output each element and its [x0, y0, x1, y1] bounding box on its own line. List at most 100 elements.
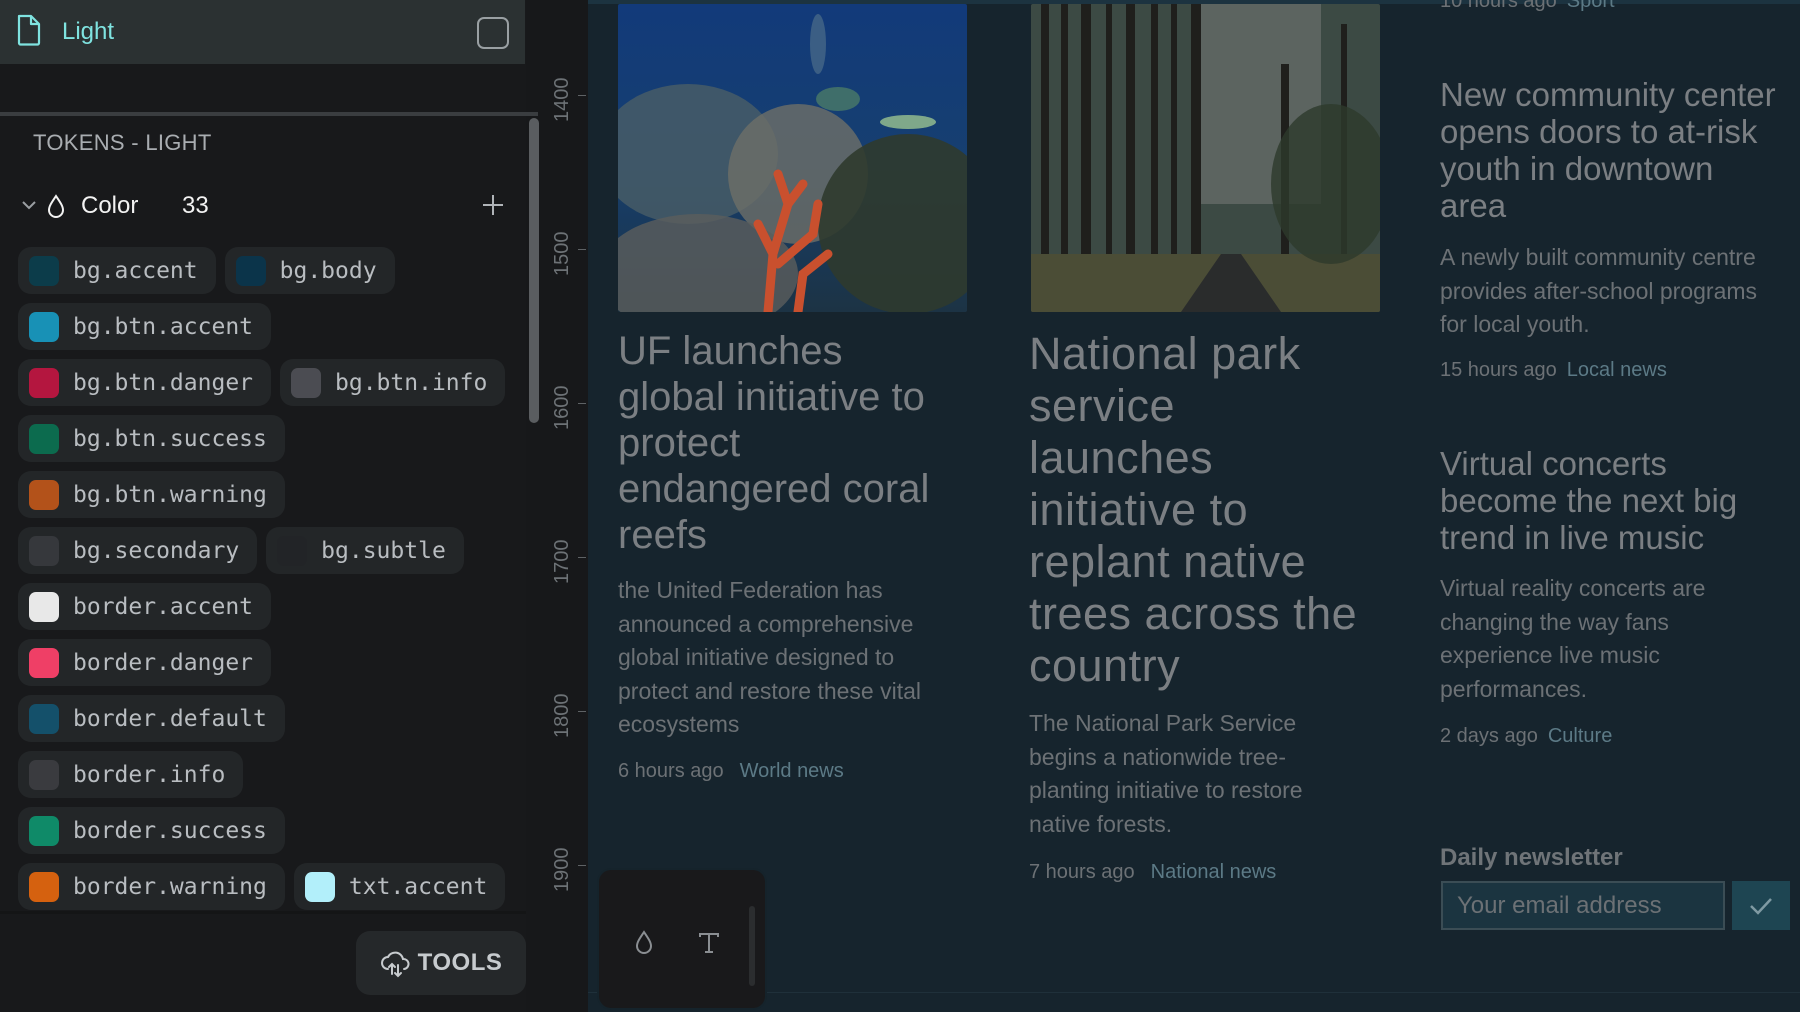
token-chip[interactable]: bg.btn.danger [18, 359, 272, 406]
token-chip[interactable]: border.success [18, 807, 285, 854]
color-swatch [277, 535, 308, 566]
ruler-label: 1600 [551, 385, 573, 431]
token-chip[interactable]: border.default [18, 695, 285, 742]
drop-icon[interactable] [633, 930, 655, 956]
token-name: border.danger [73, 649, 254, 676]
color-swatch [29, 871, 59, 902]
token-row: border.warning txt.accent [18, 863, 518, 910]
add-token-button[interactable] [478, 190, 508, 220]
token-chip[interactable]: bg.secondary [18, 527, 258, 574]
scrollbar-thumb[interactable] [749, 906, 755, 986]
ruler-label: 1900 [551, 847, 573, 893]
color-swatch [29, 647, 59, 678]
article-time: 10 hours ago [1440, 0, 1557, 12]
token-chip[interactable]: border.info [18, 751, 244, 798]
article-time: 2 days ago [1440, 725, 1538, 747]
token-name: bg.btn.danger [73, 369, 254, 396]
article-meta: 10 hours ago Sport [1440, 0, 1615, 13]
token-row: border.danger [18, 639, 518, 686]
token-row: bg.secondary bg.subtle [18, 527, 518, 574]
token-name: bg.subtle [321, 537, 446, 564]
article-image-forest[interactable] [1031, 4, 1380, 312]
select-checkbox[interactable] [477, 17, 509, 49]
token-chip[interactable]: border.danger [18, 639, 272, 686]
vertical-ruler: 1400 1500 1600 1700 1800 1900 [541, 0, 588, 1012]
divider [0, 911, 526, 914]
ruler-tick [578, 865, 586, 866]
newsletter-title: Daily newsletter [1440, 844, 1623, 871]
article-meta: 15 hours ago Local news [1440, 359, 1667, 382]
article-headline[interactable]: New community center opens doors to at-r… [1440, 76, 1780, 224]
color-swatch [29, 367, 59, 398]
color-swatch [29, 423, 59, 454]
file-icon [17, 14, 41, 46]
article-time: 7 hours ago [1029, 861, 1135, 883]
ruler-label: 1400 [551, 77, 573, 123]
color-swatch [291, 367, 322, 398]
article-headline[interactable]: UF launches global initiative to protect… [618, 328, 948, 558]
token-row: border.default [18, 695, 518, 742]
coral-reef-image [618, 4, 967, 312]
color-swatch [304, 871, 335, 902]
tokens-panel: Light TOKENS - LIGHT Color 33 bg.accent b… [0, 0, 539, 1012]
divider [588, 992, 1800, 993]
article-summary: A newly built community centre provides … [1440, 244, 1758, 337]
token-row: border.success [18, 807, 518, 854]
token-row: border.accent [18, 583, 518, 630]
divider [0, 112, 538, 116]
article-image-coral[interactable] [618, 4, 967, 312]
ruler-label: 1800 [551, 693, 573, 739]
token-name: border.info [73, 761, 226, 788]
token-name: bg.body [279, 257, 377, 284]
token-chip[interactable]: border.warning [18, 863, 285, 910]
token-row: bg.btn.danger bg.btn.info [18, 359, 518, 406]
article-summary: Virtual reality concerts are changing th… [1440, 575, 1706, 702]
token-chip[interactable]: bg.accent [18, 247, 216, 294]
token-chip[interactable]: bg.btn.warning [18, 471, 285, 518]
scrollbar-thumb[interactable] [529, 118, 539, 423]
article-summary: the United Federation has announced a co… [618, 577, 921, 737]
token-name: border.default [73, 705, 267, 732]
drop-icon [47, 194, 65, 218]
token-chip[interactable]: bg.btn.accent [18, 303, 272, 350]
ruler-label: 1500 [551, 231, 573, 277]
article-category[interactable]: World news [740, 760, 844, 782]
token-chip[interactable]: bg.btn.info [280, 359, 506, 406]
token-chip[interactable]: txt.accent [293, 863, 506, 910]
token-name: txt.accent [348, 873, 488, 900]
ruler-tick [578, 557, 586, 558]
article-summary: The National Park Service begins a natio… [1029, 710, 1303, 837]
forest-image [1031, 4, 1380, 312]
token-name: bg.secondary [73, 537, 240, 564]
article-headline[interactable]: Virtual concerts become the next big tre… [1440, 445, 1780, 556]
ruler-tick [578, 711, 586, 712]
type-icon[interactable] [698, 932, 720, 954]
ruler-tick [578, 95, 586, 96]
floating-toolbar [599, 870, 765, 1008]
color-swatch [29, 255, 59, 286]
file-header[interactable]: Light [0, 0, 525, 64]
token-chip[interactable]: bg.body [224, 247, 395, 294]
chevron-down-icon[interactable] [20, 196, 38, 214]
article-category[interactable]: National news [1151, 861, 1277, 883]
color-swatch [29, 311, 59, 342]
newsletter-submit-button[interactable] [1732, 881, 1790, 930]
preview-canvas: UF launches global initiative to protect… [588, 0, 1800, 1012]
token-chip[interactable]: bg.subtle [266, 527, 464, 574]
token-group-color[interactable]: Color 33 [20, 190, 510, 226]
color-swatch [29, 591, 59, 622]
tools-button[interactable]: TOOLS [356, 931, 526, 995]
token-chip[interactable]: border.accent [18, 583, 272, 630]
article-category[interactable]: Culture [1548, 725, 1612, 747]
token-list: bg.accent bg.body bg.btn.accent bg.btn.dang… [18, 247, 518, 919]
token-name: bg.btn.warning [73, 481, 267, 508]
token-row: bg.btn.accent [18, 303, 518, 350]
article-category[interactable]: Sport [1567, 0, 1615, 12]
article-time: 15 hours ago [1440, 359, 1557, 381]
article-category[interactable]: Local news [1567, 359, 1667, 381]
group-count: 33 [182, 192, 209, 219]
email-input[interactable] [1441, 881, 1725, 930]
token-chip[interactable]: bg.btn.success [18, 415, 285, 462]
article-headline[interactable]: National park service launches initiativ… [1029, 328, 1369, 692]
check-icon [1750, 897, 1772, 915]
